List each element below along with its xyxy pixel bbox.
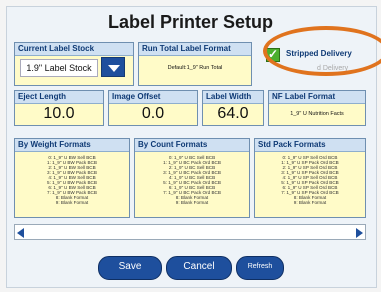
label-width-header: Label Width (203, 91, 263, 104)
eject-length-value: 10.0 (43, 105, 75, 122)
image-offset-value: 0.0 (141, 105, 165, 122)
by-count-formats-header: By Count Formats (135, 139, 249, 152)
by-weight-formats-list: 0: 1_9" U BW Sell BCB 1: 1_9" U BW Pack … (15, 155, 129, 205)
by-weight-formats-header: By Weight Formats (15, 139, 129, 152)
cancel-button[interactable]: Cancel (166, 256, 232, 280)
std-pack-formats-list: 0: 1_9" U SP Sell Ord BCB 1: 1_9" U SP P… (255, 155, 365, 205)
label-width-panel[interactable]: Label Width 64.0 (202, 90, 264, 126)
by-weight-formats-panel[interactable]: By Weight Formats 0: 1_9" U BW Sell BCB … (14, 138, 130, 218)
list-item: 9: Blank Format (293, 200, 327, 205)
image-offset-panel[interactable]: Image Offset 0.0 (108, 90, 198, 126)
chevron-down-icon[interactable] (101, 57, 125, 77)
label-width-value: 64.0 (217, 105, 249, 122)
left-arrow-icon[interactable] (17, 228, 24, 238)
run-total-label-format-panel[interactable]: Run Total Label Format Default:1_9" Run … (138, 42, 252, 86)
run-total-label-format-header: Run Total Label Format (139, 43, 251, 56)
std-pack-formats-panel[interactable]: Std Pack Formats 0: 1_9" U SP Sell Ord B… (254, 138, 366, 218)
horizontal-scrollbar[interactable] (14, 224, 366, 240)
std-pack-formats-header: Std Pack Formats (255, 139, 365, 152)
current-label-stock-header: Current Label Stock (15, 43, 133, 56)
run-total-label-format-value: Default:1_9" Run Total (167, 65, 223, 71)
save-button[interactable]: Save (98, 256, 162, 280)
highlight-circle (263, 26, 381, 76)
eject-length-header: Eject Length (15, 91, 103, 104)
label-stock-value[interactable]: 1.9" Label Stock (20, 59, 98, 77)
by-count-formats-panel[interactable]: By Count Formats 0: 1_9" U BC Sell BCB 1… (134, 138, 250, 218)
nf-label-format-header: NF Label Format (269, 91, 365, 104)
refresh-button[interactable]: Refresh (236, 256, 284, 280)
by-count-formats-list: 0: 1_9" U BC Sell BCB 1: 1_9" U BC Pack … (135, 155, 249, 205)
right-arrow-icon[interactable] (356, 228, 363, 238)
list-item: 9: Blank Format (55, 200, 89, 205)
nf-label-format-panel[interactable]: NF Label Format 1_9" U Nutrition Facts (268, 90, 366, 126)
list-item: 9: Blank Format (175, 200, 209, 205)
nf-label-format-value: 1_9" U Nutrition Facts (290, 111, 344, 117)
image-offset-header: Image Offset (109, 91, 197, 104)
current-label-stock-panel: Current Label Stock 1.9" Label Stock (14, 42, 134, 86)
eject-length-panel[interactable]: Eject Length 10.0 (14, 90, 104, 126)
